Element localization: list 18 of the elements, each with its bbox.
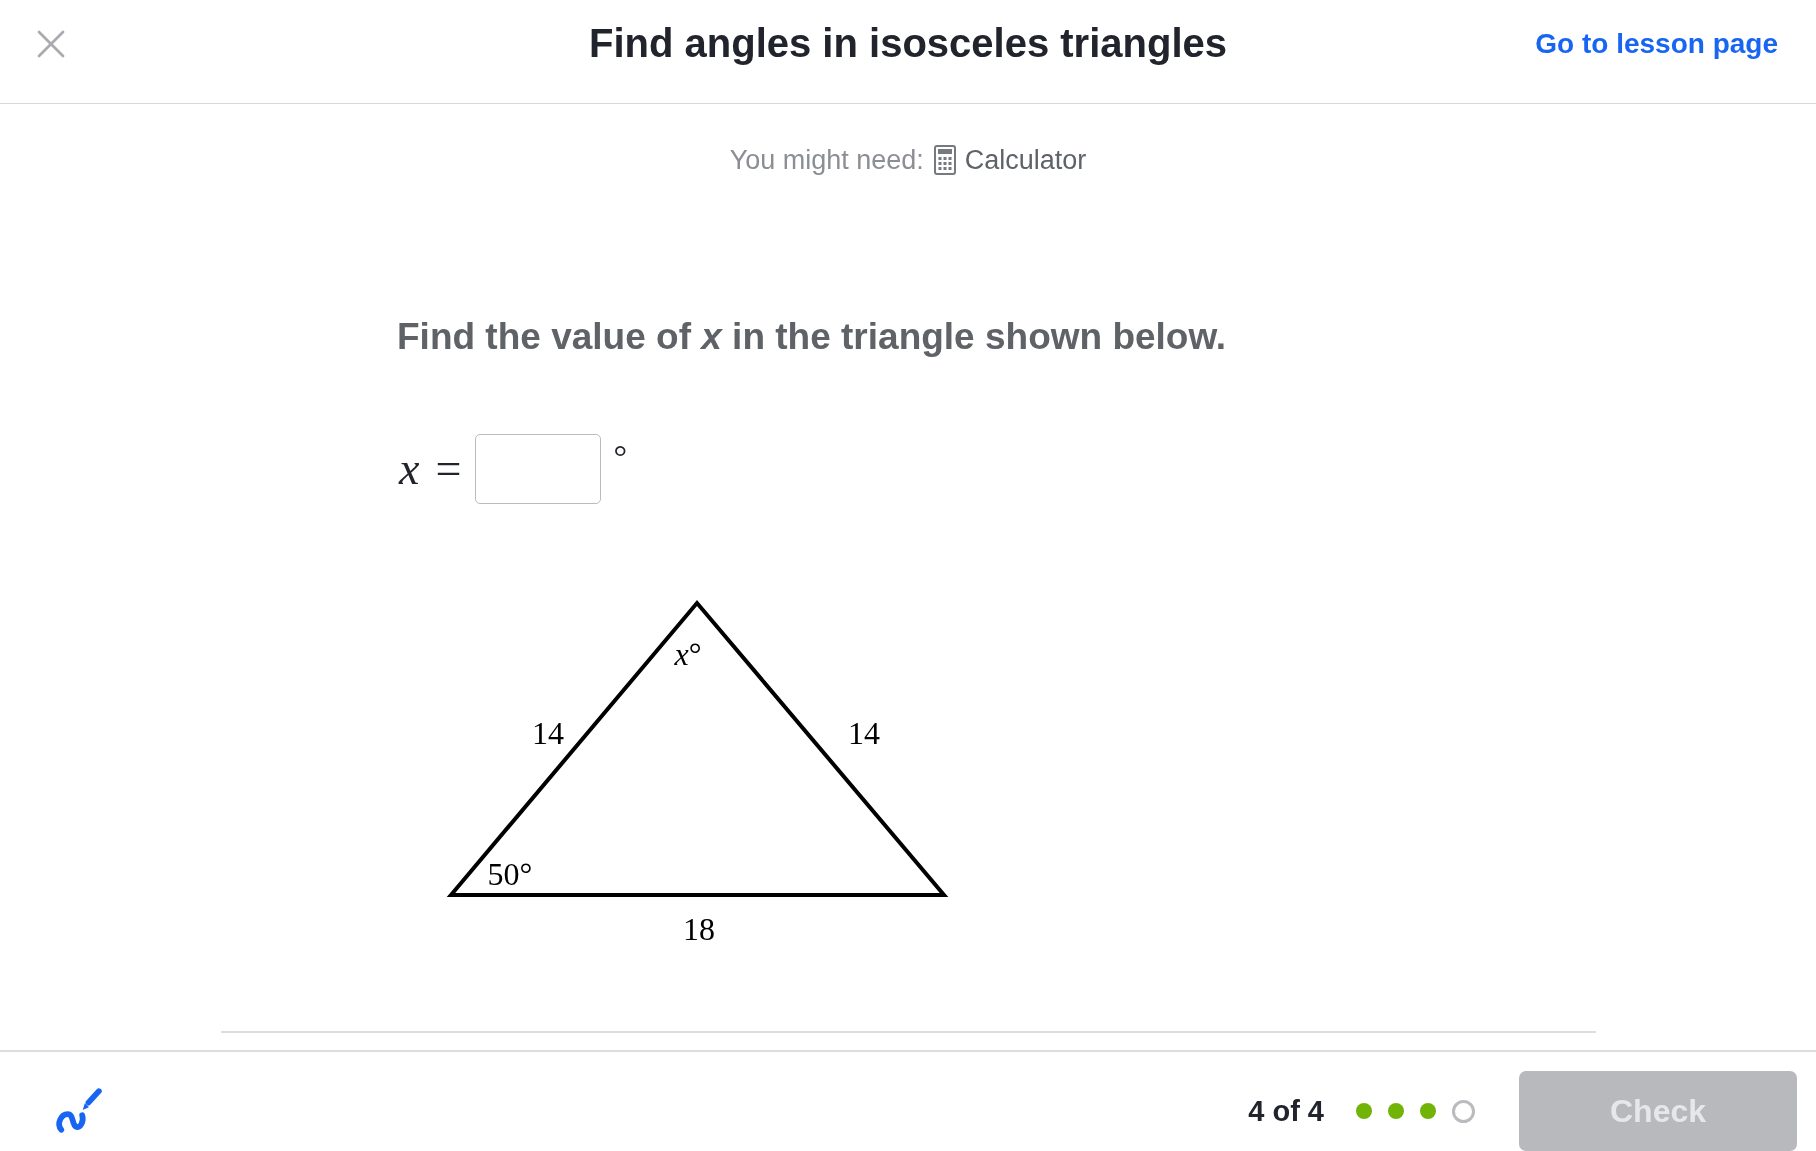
angle-label: x° [674,638,702,670]
pencil-scribble-icon[interactable] [54,1088,102,1134]
side-length-label: 18 [683,913,715,945]
variable-label: x [399,446,420,492]
hint-label: You might need: [729,144,924,176]
close-icon[interactable] [37,29,65,58]
progress-counter: 4 of 4 [1248,1094,1324,1128]
degree-symbol: ° [613,440,627,474]
calculator-button[interactable]: Calculator [933,144,1087,176]
page-title: Find angles in isosceles triangles [589,21,1227,66]
answer-field[interactable] [475,434,602,504]
lesson-page-link[interactable]: Go to lesson page [1535,27,1778,60]
equals-sign: = [435,446,462,492]
side-length-label: 14 [532,717,564,749]
side-length-label: 14 [848,717,880,749]
question-prompt: Find the value of x in the triangle shown below. [397,317,1228,357]
calculator-icon [933,145,956,175]
angle-label: 50° [487,858,533,890]
